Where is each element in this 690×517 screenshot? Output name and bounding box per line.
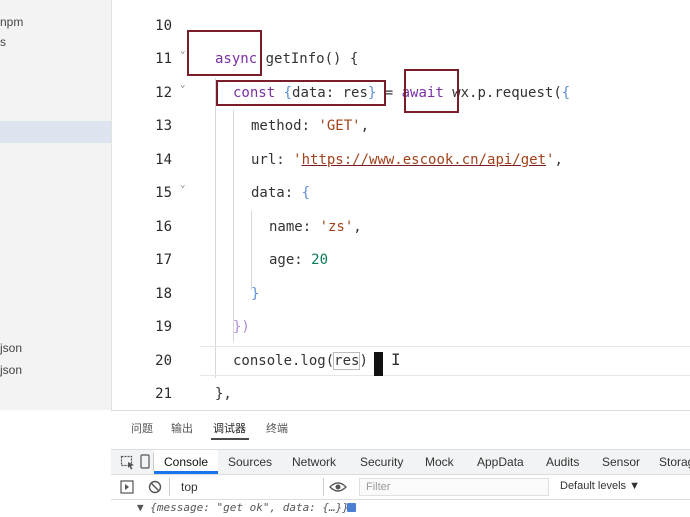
info-badge-icon [347,503,356,512]
tab-output[interactable]: 输出 [171,420,193,436]
context-select[interactable]: top [181,480,198,494]
string-get: 'GET' [318,118,361,134]
sidebar-item-s[interactable]: s [0,35,6,49]
file-explorer-sidebar: npm s json json [0,0,112,410]
log-object-preview[interactable]: ▼ {message: "get ok", data: {…}} [137,501,356,514]
prop-name: name: [269,219,320,235]
prop-age: age: [269,252,312,268]
code-editor[interactable]: 10 11 12 13 14 15 16 17 18 19 20 21 ⌄ ⌄ … [112,0,690,410]
sidebar-item-json-1[interactable]: json [0,341,22,355]
line-number: 11 [155,51,172,67]
line-number: 10 [155,18,172,34]
code-line-13: method: 'GET', [251,118,369,134]
fold-arrow-icon[interactable]: ⌄ [180,46,185,56]
highlight-box-async [187,30,262,76]
sidebar-item-json-2[interactable]: json [0,363,22,377]
line-number: 20 [155,353,172,369]
panel-tabs: 问题 输出 调试器 终端 [111,411,690,440]
function-declaration: getInfo() { [257,51,359,67]
line-number: 13 [155,118,172,134]
divider [323,478,324,496]
prop-data: data: [251,185,302,201]
eye-icon[interactable] [329,480,347,494]
tab-console[interactable]: Console [164,455,208,469]
comma: , [360,118,370,134]
divider [153,453,154,471]
indent-guide [215,78,216,378]
string-quote: ' [293,152,302,168]
tab-debugger[interactable]: 调试器 [213,420,246,436]
selected-file-highlight [0,121,111,143]
tab-sensor[interactable]: Sensor [602,455,640,469]
filter-input[interactable]: Filter [359,478,549,496]
ibeam-mouse-icon: I [391,350,401,369]
clear-icon[interactable] [148,480,162,494]
indent-guide [233,110,234,342]
request-call: wx.p.request( [443,85,562,101]
highlight-box-const [216,80,386,106]
tab-storage[interactable]: Storag [659,455,690,469]
tab-mock[interactable]: Mock [425,455,454,469]
line-number: 15 [155,185,172,201]
levels-dropdown[interactable]: Default levels ▼ [560,480,640,492]
tab-problems[interactable]: 问题 [131,420,153,436]
tab-audits[interactable]: Audits [546,455,579,469]
code-line-15: data: { [251,185,310,201]
line-number: 17 [155,252,172,268]
comma: , [353,219,362,235]
line-number: 19 [155,319,172,335]
res-arg: res [333,352,361,370]
console-log-entry[interactable]: ▼ {message: "get ok", data: {…}} [111,501,690,517]
code-line-14: url: 'https://www.escook.cn/api/get', [251,152,563,168]
close-paren: ) [359,353,368,369]
indent-guide [251,210,252,290]
url-string[interactable]: https://www.escook.cn/api/get [302,152,546,168]
code-line-17: age: 20 [269,252,328,268]
device-icon[interactable] [140,454,150,470]
bottom-panel: 问题 输出 调试器 终端 Console Sources Network Sec… [111,410,690,517]
sidebar-toggle-icon[interactable] [120,480,134,494]
tab-terminal[interactable]: 终端 [266,420,288,436]
tab-security[interactable]: Security [360,455,403,469]
code-line-21: }, [215,386,232,402]
line-number: 18 [155,286,172,302]
console-log-call: console.log( [233,353,335,369]
number-20: 20 [311,252,329,268]
comma: , [554,152,563,168]
active-tab-underline [211,438,249,440]
fold-arrow-icon[interactable]: ⌄ [180,80,185,90]
console-toolbar: top Filter Default levels ▼ [111,475,690,500]
line-number: 12 [155,85,172,101]
tab-appdata[interactable]: AppData [477,455,524,469]
filter-placeholder: Filter [366,481,391,493]
object-open: { [561,85,571,101]
line-number: 21 [155,386,172,402]
object-open: { [301,185,311,201]
code-line-20: console.log(res) [233,352,368,370]
divider [169,478,170,496]
line-number: 14 [155,152,172,168]
devtools-tabbar: Console Sources Network Security Mock Ap… [111,449,690,475]
highlight-box-await [404,69,459,113]
inspect-icon[interactable] [120,454,136,470]
prop-url: url: [251,152,294,168]
active-devtools-tab-underline [154,471,218,474]
text-cursor [374,352,383,376]
code-line-19: }) [233,319,250,335]
tab-network[interactable]: Network [292,455,336,469]
sidebar-item-npm[interactable]: npm [0,15,23,29]
code-line-18: } [251,286,260,302]
line-number: 16 [155,219,172,235]
tab-sources[interactable]: Sources [228,455,272,469]
code-line-16: name: 'zs', [269,219,362,235]
fold-arrow-icon[interactable]: ⌄ [180,180,185,190]
string-zs: 'zs' [319,219,354,235]
prop-method: method: [251,118,319,134]
